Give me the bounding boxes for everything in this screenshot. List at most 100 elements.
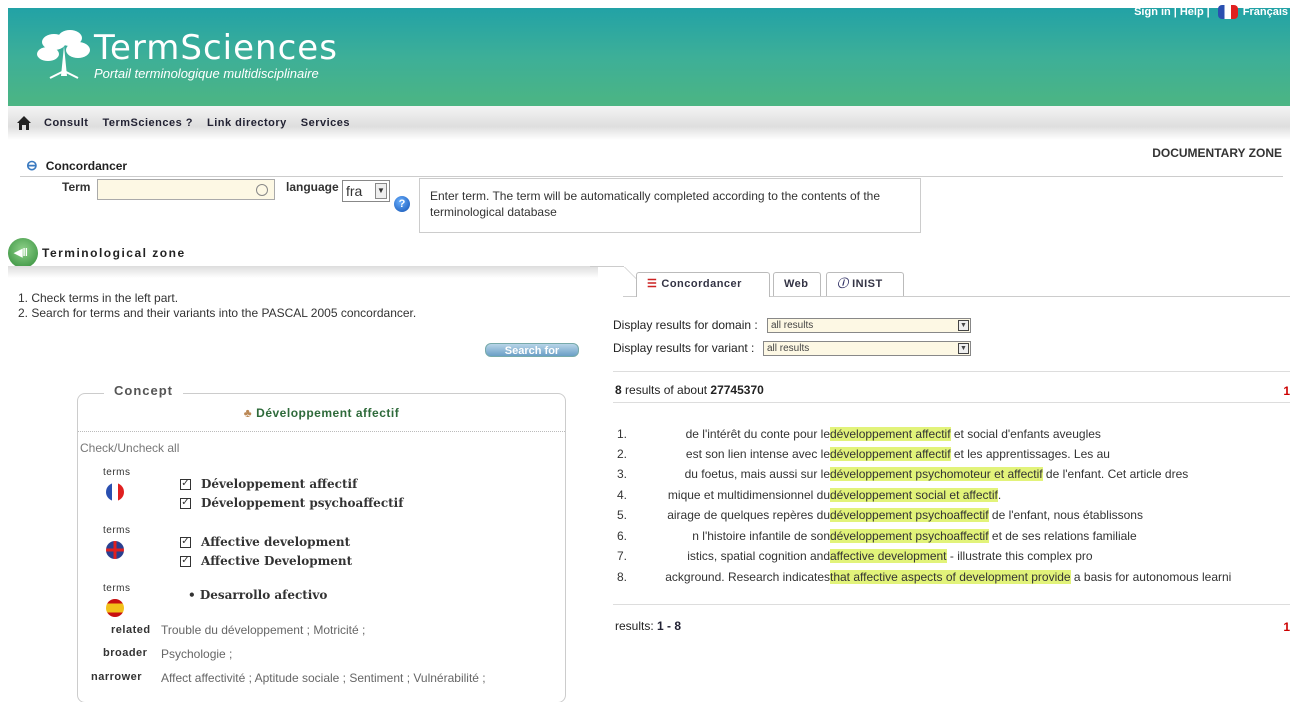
zone-shadow-bar bbox=[8, 266, 598, 278]
result-right-context: de l'enfant. Cet article dres bbox=[1042, 467, 1189, 481]
result-keyword-highlight[interactable]: développement psychoaffectif bbox=[830, 508, 989, 522]
checkbox-checked[interactable]: ✓ bbox=[180, 536, 191, 548]
concordancer-heading: ⊖ Concordancer bbox=[26, 157, 127, 174]
spain-flag-icon bbox=[106, 599, 124, 617]
result-row[interactable]: 5. airage de quelques repères du développ… bbox=[617, 508, 1287, 524]
language-label: language bbox=[286, 180, 339, 194]
main-nav: Consult TermSciences ? Link directory Se… bbox=[8, 106, 1290, 140]
result-number: 7. bbox=[617, 549, 628, 563]
result-keyword-group: développement psychoaffectif de l'enfant… bbox=[830, 508, 1143, 522]
result-number: 5. bbox=[617, 508, 628, 522]
site-title: TermSciences bbox=[94, 28, 338, 68]
term-item[interactable]: ✓ Affective development bbox=[180, 535, 350, 549]
result-keyword-highlight[interactable]: that affective aspects of development pr… bbox=[830, 570, 1071, 584]
result-row[interactable]: 8. ackground. Research indicates that aff… bbox=[617, 570, 1287, 586]
language-select-value: fra bbox=[346, 183, 363, 199]
result-row[interactable]: 7. istics, spatial cognition and affectiv… bbox=[617, 549, 1287, 565]
result-right-context: et de ses relations familiale bbox=[988, 529, 1137, 543]
tab-concordancer[interactable]: ☰ Concordancer bbox=[636, 272, 770, 297]
result-number: 6. bbox=[617, 529, 628, 543]
variant-filter-select[interactable]: all results ▼ bbox=[763, 341, 971, 356]
domain-filter-label: Display results for domain : bbox=[613, 318, 758, 332]
language-link[interactable]: Français bbox=[1243, 6, 1288, 18]
term-item[interactable]: ✓ Affective Development bbox=[180, 554, 352, 568]
divider bbox=[20, 176, 1283, 177]
result-number: 4. bbox=[617, 488, 628, 502]
tab-inist[interactable]: ⓘ INIST bbox=[826, 272, 904, 296]
result-keyword-group: développement affectif et social d'enfan… bbox=[830, 427, 1101, 441]
result-row[interactable]: 1. de l'intérêt du conte pour le développ… bbox=[617, 427, 1287, 443]
result-row[interactable]: 3. du foetus, mais aussi sur le développe… bbox=[617, 467, 1287, 483]
loading-icon bbox=[256, 184, 268, 196]
collapse-left-icon[interactable]: ◀‖ bbox=[8, 238, 38, 268]
checkbox-checked[interactable]: ✓ bbox=[180, 478, 191, 490]
narrower-value[interactable]: Affect affectivité ; Aptitude sociale ; … bbox=[161, 671, 486, 685]
term-item[interactable]: ✓ Développement psychoaffectif bbox=[180, 496, 403, 510]
result-keyword-highlight[interactable]: développement affectif bbox=[830, 447, 951, 461]
page-link[interactable]: 1 bbox=[1283, 620, 1290, 634]
site-header: TermSciences Portail terminologique mult… bbox=[8, 8, 1290, 106]
chevron-down-icon: ▼ bbox=[958, 343, 969, 354]
help-icon[interactable]: ? bbox=[394, 196, 410, 212]
result-keyword-highlight[interactable]: développement psychoaffectif bbox=[830, 529, 989, 543]
narrower-label: narrower bbox=[91, 671, 143, 683]
arrow-right-icon: ⊖ bbox=[26, 157, 38, 173]
result-left-context: istics, spatial cognition and bbox=[687, 549, 830, 563]
result-left-context: n l'histoire infantile de son bbox=[692, 529, 830, 543]
result-right-context: - illustrate this complex pro bbox=[946, 549, 1093, 563]
page-link[interactable]: 1 bbox=[1283, 384, 1290, 398]
search-for-button[interactable]: Search for bbox=[485, 343, 579, 357]
home-icon[interactable] bbox=[16, 115, 32, 131]
result-right-context: a basis for autonomous learni bbox=[1070, 570, 1232, 584]
info-icon: ⓘ bbox=[837, 278, 853, 290]
nav-consult[interactable]: Consult bbox=[44, 117, 88, 129]
concordancer-title: Concordancer bbox=[45, 158, 128, 173]
result-keyword-highlight[interactable]: affective development bbox=[830, 549, 947, 563]
terms-label-fr: terms bbox=[103, 467, 131, 478]
term-input[interactable] bbox=[97, 179, 275, 200]
result-row[interactable]: 2. est son lien intense avec le développe… bbox=[617, 447, 1287, 463]
separator: | bbox=[1206, 6, 1210, 18]
french-flag-icon[interactable] bbox=[1217, 5, 1238, 19]
result-row[interactable]: 6. n l'histoire infantile de son développ… bbox=[617, 529, 1287, 545]
results-summary: 8 results of about 27745370 bbox=[615, 383, 764, 397]
documentary-zone-label: DOCUMENTARY ZONE bbox=[1152, 146, 1282, 160]
result-number: 3. bbox=[617, 467, 628, 481]
terms-label-en: terms bbox=[103, 525, 131, 536]
related-value[interactable]: Trouble du développement ; Motricité ; bbox=[161, 623, 365, 637]
terms-label-es: terms bbox=[103, 583, 131, 594]
result-right-context: et social d'enfants aveugles bbox=[950, 427, 1101, 441]
language-select[interactable]: fra ▼ bbox=[342, 180, 390, 202]
related-label: related bbox=[111, 624, 151, 636]
term-label: Term bbox=[62, 180, 91, 194]
term-item[interactable]: ✓ Développement affectif bbox=[180, 477, 357, 491]
result-keyword-group: that affective aspects of development pr… bbox=[830, 570, 1231, 584]
check-uncheck-all-link[interactable]: Check/Uncheck all bbox=[80, 441, 179, 455]
result-left-context: mique et multidimensionnel du bbox=[667, 488, 830, 502]
domain-filter-select[interactable]: all results ▼ bbox=[767, 318, 971, 333]
chevron-down-icon: ▼ bbox=[375, 183, 387, 199]
checkbox-checked[interactable]: ✓ bbox=[180, 497, 191, 509]
sign-in-link[interactable]: Sign in bbox=[1134, 6, 1171, 18]
divider bbox=[613, 371, 1290, 372]
checkbox-checked[interactable]: ✓ bbox=[180, 555, 191, 567]
result-keyword-highlight[interactable]: développement social et affectif bbox=[830, 488, 998, 502]
broader-label: broader bbox=[103, 647, 148, 659]
tab-web[interactable]: Web bbox=[773, 272, 821, 296]
results-range-link[interactable]: 1 - 8 bbox=[657, 619, 681, 633]
result-keyword-highlight[interactable]: développement psychomoteur et affectif bbox=[830, 467, 1043, 481]
terminological-zone-header: ◀‖ Terminological zone bbox=[8, 238, 186, 268]
nav-link-directory[interactable]: Link directory bbox=[207, 117, 287, 129]
term-item: • Desarrollo afectivo bbox=[188, 588, 328, 602]
broader-value[interactable]: Psychologie ; bbox=[161, 647, 232, 661]
top-links: Sign in | Help | Français bbox=[1134, 5, 1288, 19]
result-keyword-highlight[interactable]: développement affectif bbox=[830, 427, 951, 441]
france-flag-icon bbox=[106, 483, 124, 501]
term-tooltip: Enter term. The term will be automatical… bbox=[419, 178, 921, 233]
nav-services[interactable]: Services bbox=[301, 117, 350, 129]
nav-termsciences[interactable]: TermSciences ? bbox=[102, 117, 193, 129]
instruction-2: 2. Search for terms and their variants i… bbox=[18, 306, 417, 320]
help-link[interactable]: Help bbox=[1180, 6, 1204, 18]
result-left-context: ackground. Research indicates bbox=[665, 570, 830, 584]
result-row[interactable]: 4. mique et multidimensionnel du développ… bbox=[617, 488, 1287, 504]
